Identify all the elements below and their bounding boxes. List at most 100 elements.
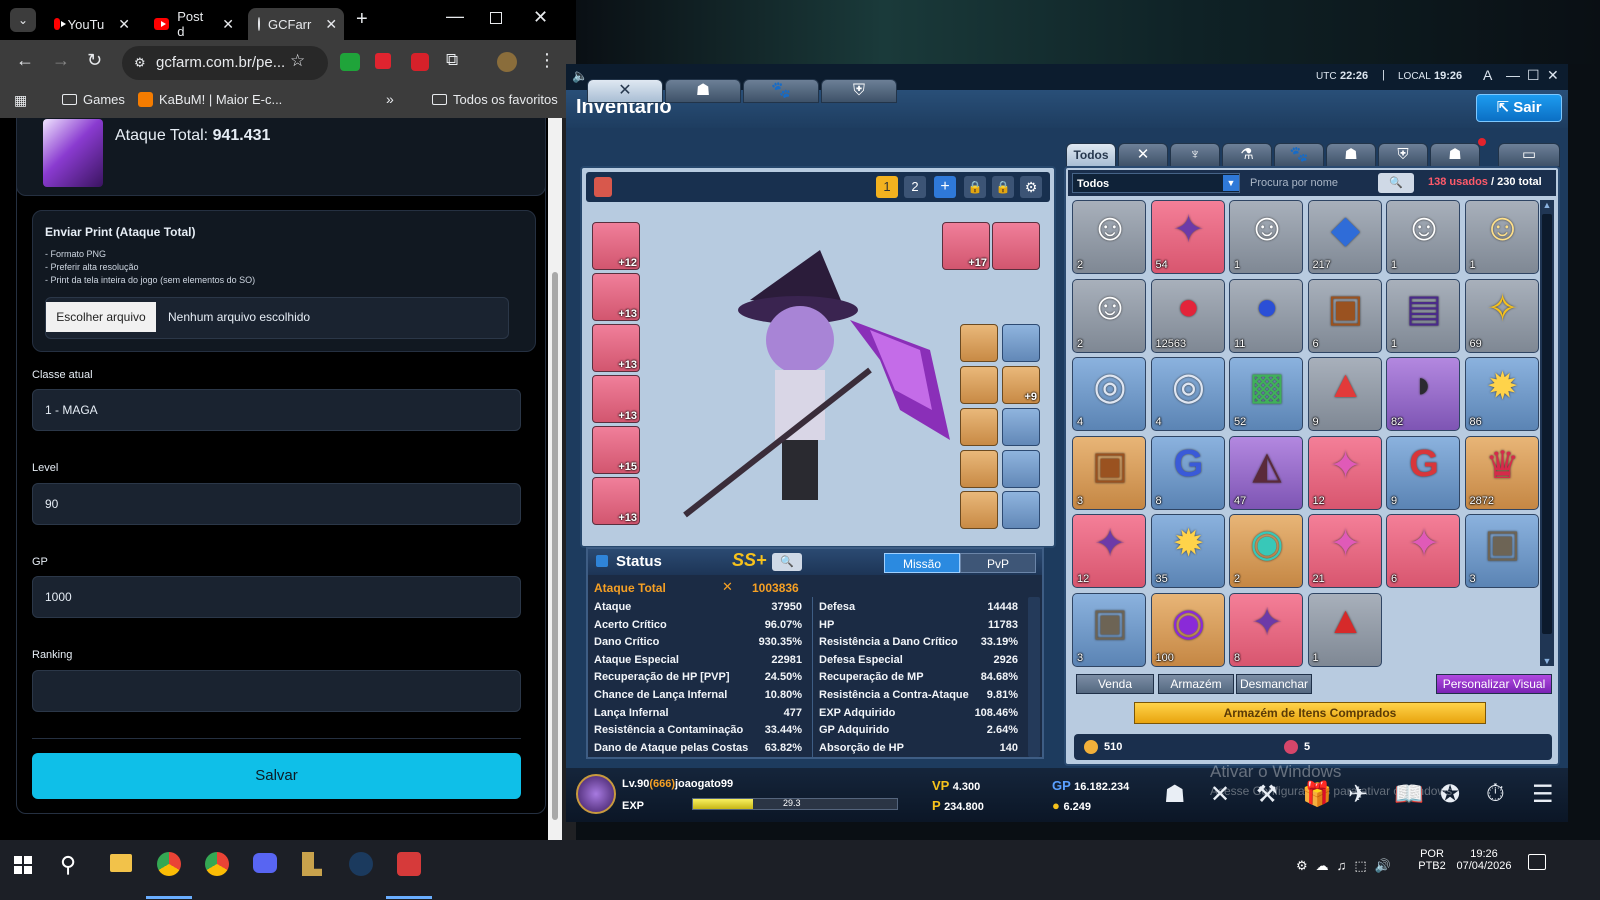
inventory-item-slot[interactable]: ✧ 69 (1464, 278, 1539, 353)
menu-dots-icon[interactable]: ⋮ (538, 50, 556, 71)
reload-icon[interactable]: ↻ (87, 50, 102, 71)
accessory-slot[interactable] (1002, 450, 1040, 488)
inventory-item-slot[interactable]: G9 (1386, 435, 1460, 510)
tab-equipment[interactable]: ✕ (587, 79, 663, 103)
player-avatar[interactable] (576, 774, 616, 814)
discord-icon[interactable] (253, 853, 277, 873)
gift-icon[interactable]: 🎁 (1302, 780, 1332, 809)
inventory-item-slot[interactable]: ◉ 100 (1150, 592, 1225, 667)
tab-pet-gear[interactable]: ☗ (665, 79, 741, 103)
lock-icon[interactable]: 🔒 (964, 176, 986, 198)
accessory-slot[interactable] (960, 450, 998, 488)
tab-youtube-2[interactable]: Post d ✕ (144, 8, 244, 40)
accessory-slot[interactable] (960, 324, 998, 362)
minimize-icon[interactable]: — (446, 6, 464, 27)
windows-start-icon[interactable] (14, 856, 32, 874)
storage-button[interactable]: Armazém (1158, 674, 1234, 694)
tab-accessories[interactable]: ♆ (1170, 143, 1220, 167)
tab-pets[interactable]: 🐾 (1274, 143, 1324, 167)
tab-emblem[interactable]: ⛨ (1378, 143, 1428, 167)
pvp-tab[interactable]: PvP (960, 553, 1036, 573)
inventory-item-slot[interactable]: ✦ 21 (1307, 514, 1382, 588)
equip-slot-cloak[interactable]: +13 (592, 477, 640, 525)
inventory-item-slot[interactable]: ● 12563 (1150, 278, 1225, 353)
tab-weapons[interactable]: ✕ (1118, 143, 1168, 167)
accessory-slot[interactable] (960, 408, 998, 446)
scroll-down-icon[interactable]: ▼ (1540, 656, 1554, 666)
exit-button[interactable]: ⇱ Sair (1476, 94, 1562, 122)
inventory-item-slot[interactable]: ▣ 3 (1072, 592, 1146, 667)
accessory-slot[interactable] (1002, 324, 1040, 362)
scrollbar-thumb[interactable] (552, 272, 558, 820)
search-icon[interactable]: ⚲ (60, 852, 76, 878)
choose-file-button[interactable]: Escolher arquivo (46, 302, 156, 332)
inventory-item-slot[interactable]: ♛ 2872 (1464, 435, 1539, 510)
equip-slot-gloves[interactable]: +13 (592, 375, 640, 423)
file-explorer-icon[interactable] (110, 854, 132, 872)
inventory-item-slot[interactable]: ◎ 4 (1072, 357, 1146, 431)
inventory-item-slot[interactable]: ☺ 1 (1464, 200, 1539, 274)
accessory-slot[interactable] (960, 491, 998, 529)
search-name-input[interactable]: Procura por nome (1246, 173, 1380, 193)
tab-all[interactable]: Todos (1066, 143, 1116, 167)
bookmark-star-icon[interactable]: ☆ (290, 51, 305, 71)
inventory-item-slot[interactable]: ◉ 2 (1229, 514, 1303, 588)
tab-consumables[interactable]: ⚗ (1222, 143, 1272, 167)
settings-gear-icon[interactable]: ⚙ (1020, 176, 1042, 198)
purchased-items-storage-button[interactable]: Armazém de Itens Comprados (1134, 702, 1486, 724)
keyboard-language[interactable]: POR PTB2 (1414, 848, 1450, 872)
tab-mount[interactable]: ☗ (1326, 143, 1376, 167)
inventory-item-slot[interactable]: ▩ 52 (1229, 357, 1303, 431)
inventory-item-slot[interactable]: ✹ 35 (1150, 514, 1225, 588)
tab-gcfarm[interactable]: GCFarr ✕ (248, 8, 344, 40)
inventory-item-slot[interactable]: ✦ 54 (1150, 200, 1225, 274)
dismantle-button[interactable]: Desmanchar (1236, 674, 1312, 694)
chrome-icon[interactable] (157, 852, 181, 876)
tab-misc[interactable]: ☗ (1430, 143, 1480, 167)
inventory-item-slot[interactable]: ▣ 6 (1307, 278, 1382, 353)
forward-icon[interactable]: → (52, 50, 70, 71)
minimize-icon[interactable]: — (1506, 67, 1520, 83)
inventory-item-slot[interactable]: G8 (1150, 435, 1225, 510)
speaker-icon[interactable]: 🔈 (572, 68, 588, 84)
extensions-puzzle-icon[interactable]: ⧉ (446, 50, 458, 70)
filter-dropdown[interactable]: Todos ▼ (1072, 173, 1240, 193)
new-tab-icon[interactable]: + (356, 8, 368, 31)
inventory-item-slot[interactable]: ● 11 (1229, 278, 1303, 353)
character-menu-icon[interactable]: ☗ (1164, 780, 1186, 809)
equip-slot-armor[interactable]: +13 (592, 273, 640, 321)
scrollbar-thumb[interactable] (1542, 214, 1552, 634)
inventory-item-slot[interactable]: ✦ 6 (1386, 514, 1460, 588)
inventory-item-slot[interactable]: ✦ 12 (1072, 514, 1146, 588)
inventory-item-slot[interactable]: ☺ 1 (1386, 200, 1460, 274)
close-tab-icon[interactable]: ✕ (325, 16, 337, 33)
accessory-slot[interactable] (1002, 408, 1040, 446)
equip-slot-shoes[interactable]: +15 (592, 426, 640, 474)
inventory-item-slot[interactable]: ▣ 3 (1072, 435, 1146, 510)
close-tab-icon[interactable]: ✕ (118, 16, 130, 33)
extension-badge-icon[interactable] (411, 53, 429, 71)
inventory-item-slot[interactable]: ◎ 4 (1150, 357, 1225, 431)
bookmark-kabum[interactable]: KaBuM! | Maior E-c... (138, 92, 282, 107)
lock-icon[interactable]: 🔒 (992, 176, 1014, 198)
inventory-item-slot[interactable]: ✦ 12 (1307, 435, 1382, 510)
extension-red-icon[interactable] (375, 53, 391, 69)
inventory-item-slot[interactable]: ▲ 1 (1307, 592, 1382, 667)
tab-search-icon[interactable]: ⌄ (10, 8, 36, 32)
more-bookmarks-icon[interactable]: » (386, 91, 394, 107)
close-icon[interactable]: ✕ (1547, 67, 1559, 84)
accessory-slot[interactable]: +9 (1002, 366, 1040, 404)
status-scrollbar[interactable] (1028, 597, 1040, 757)
apps-grid-icon[interactable]: ▦ (14, 92, 27, 109)
class-select[interactable]: 1 - MAGA (32, 389, 521, 431)
clock-icon[interactable]: ⏱ (1486, 780, 1505, 808)
inventory-item-slot[interactable]: ☺ 2 (1072, 278, 1146, 353)
file-input[interactable]: Escolher arquivo Nenhum arquivo escolhid… (45, 297, 509, 339)
level-input[interactable]: 90 (32, 483, 521, 525)
inventory-item-slot[interactable]: ✹ 86 (1464, 357, 1539, 431)
accessory-slot[interactable] (1002, 491, 1040, 529)
crossed-swords-icon[interactable]: ✕ (1210, 780, 1230, 809)
inventory-item-slot[interactable]: ▤ 1 (1386, 278, 1460, 353)
gp-input[interactable]: 1000 (32, 576, 521, 618)
tray-icons[interactable]: ⚙☁♫⬚🔊 (1296, 858, 1399, 874)
